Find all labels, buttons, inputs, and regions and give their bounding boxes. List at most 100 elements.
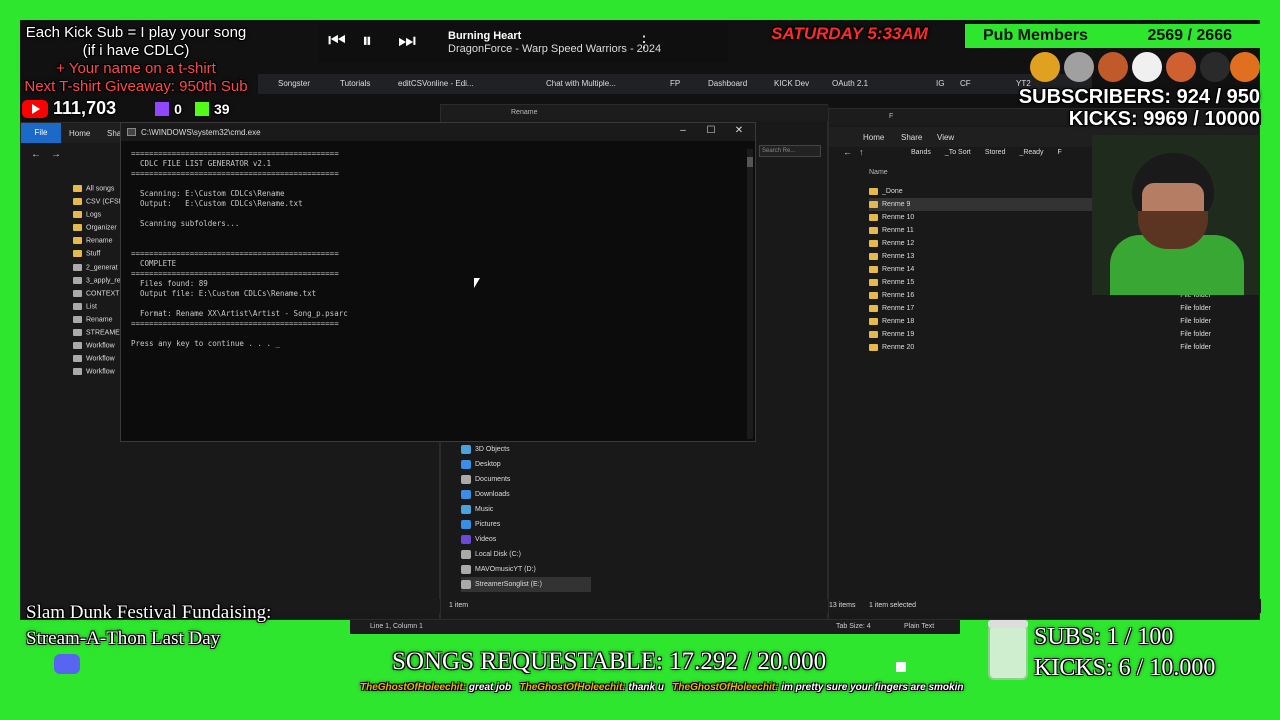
media-player: ⏮ ⏸ ⏭ Burning Heart DragonForce - Warp S… (318, 22, 728, 62)
file-item[interactable]: Workflow (73, 368, 115, 381)
folder-icon (73, 237, 82, 244)
folder-item[interactable]: All songs (73, 185, 114, 198)
nav-item-videos[interactable]: Videos (461, 532, 496, 547)
scrollbar[interactable] (747, 149, 753, 439)
folder-item[interactable]: Rename (73, 237, 112, 250)
songs-requestable: SONGS REQUESTABLE: 17.292 / 20.000 (392, 648, 827, 675)
folder-icon (869, 252, 878, 260)
file-item[interactable]: CONTEXT (73, 290, 119, 303)
nav-item-downloads[interactable]: Downloads (461, 487, 510, 502)
search-input[interactable]: Search Re... (759, 145, 821, 157)
file-item[interactable]: Workflow (73, 342, 115, 355)
pause-icon[interactable]: ⏸ (362, 30, 372, 53)
bookmark-songster[interactable]: Songster (278, 79, 310, 88)
status-selected-count: 1 item selected (869, 602, 917, 609)
column-header-name[interactable]: Name (869, 169, 888, 176)
breadcrumb-item[interactable]: _Ready (1019, 149, 1043, 156)
document-icon (461, 474, 471, 484)
ticker-message: great job (466, 682, 512, 693)
folder-icon (73, 185, 82, 192)
folder-item[interactable]: Organizer (73, 224, 117, 237)
minimize-icon[interactable]: – (671, 125, 695, 136)
list-item[interactable]: Renme 17 File folder (869, 302, 1249, 315)
next-track-icon[interactable]: ⏭ (398, 30, 416, 53)
avatar (1230, 52, 1260, 82)
kicks-goal: KICKS: 9969 / 10000 (1068, 108, 1260, 130)
back-arrow-icon[interactable]: ← (843, 147, 852, 157)
folder-icon (869, 317, 878, 325)
day-clock: SATURDAY 5:33AM (771, 24, 928, 43)
breadcrumb-item[interactable]: Bands (911, 149, 931, 156)
close-icon[interactable]: ✕ (727, 125, 751, 136)
file-item[interactable]: STREAMER (73, 329, 125, 342)
forward-arrow-icon[interactable]: → (51, 149, 61, 160)
browser-bookmark-bar: Songster Tutorials editCSVonline - Edi..… (258, 74, 1092, 94)
nav-item-3d-objects[interactable]: 3D Objects (461, 442, 510, 457)
bookmark-kick-dev[interactable]: KICK Dev (774, 79, 809, 88)
nav-item-drive-e[interactable]: StreamerSonglist (E:) (461, 577, 591, 592)
fundraiser-banner: Slam Dunk Festival Fundaising: Stream-A-… (26, 602, 272, 649)
previous-track-icon[interactable]: ⏮ (328, 30, 346, 53)
cmd-title-bar[interactable]: C:\WINDOWS\system32\cmd.exe – ☐ ✕ (121, 123, 755, 141)
list-item[interactable]: Renme 18 File folder (869, 315, 1249, 328)
folder-item[interactable]: Stuff (73, 250, 100, 263)
twitch-icon (155, 102, 170, 117)
bookmark-tutorials[interactable]: Tutorials (340, 79, 370, 88)
file-item[interactable]: 2_generat (73, 264, 118, 277)
up-arrow-icon[interactable]: ↑ (859, 147, 864, 157)
back-arrow-icon[interactable]: ← (31, 149, 41, 160)
subscribers-goal: SUBSCRIBERS: 924 / 950 (1018, 86, 1260, 108)
file-icon (73, 264, 82, 271)
bookmark-cf[interactable]: CF (960, 79, 971, 88)
list-item[interactable]: Renme 19 File folder (869, 328, 1249, 341)
breadcrumb-item[interactable]: Stored (985, 149, 1006, 156)
nav-item-local-disk-c[interactable]: Local Disk (C:) (461, 547, 521, 562)
bookmark-ig[interactable]: IG (936, 79, 944, 88)
youtube-icon (22, 100, 48, 119)
syntax-mode[interactable]: Plain Text (904, 623, 934, 630)
window-title: Rename (511, 109, 538, 116)
bookmark-editcsv[interactable]: editCSVonline - Edi... (398, 79, 474, 88)
nav-item-drive-d[interactable]: MAVOmusicYT (D:) (461, 562, 536, 577)
tab-file[interactable]: File (21, 123, 61, 143)
folder-icon (869, 291, 878, 299)
bookmark-fp[interactable]: FP (670, 79, 680, 88)
tab-share[interactable]: Share (901, 133, 922, 142)
file-item[interactable]: Rename (73, 316, 112, 329)
cursor-position[interactable]: Line 1, Column 1 (370, 623, 423, 630)
folder-item[interactable]: CSV (CFSM (73, 198, 125, 211)
nav-item-music[interactable]: Music (461, 502, 493, 517)
pub-members-value: 2569 / 2666 (1147, 27, 1232, 44)
folder-icon (869, 226, 878, 234)
tab-home[interactable]: Home (69, 129, 90, 138)
stop-icon (896, 662, 906, 672)
folder-icon (73, 224, 82, 231)
tab-home[interactable]: Home (863, 133, 884, 142)
bookmark-dashboard[interactable]: Dashboard (708, 79, 747, 88)
folder-icon (869, 213, 878, 221)
file-item[interactable]: List (73, 303, 97, 316)
scrollbar-thumb[interactable] (747, 157, 753, 167)
bookmark-chat[interactable]: Chat with Multiple... (546, 79, 616, 88)
breadcrumb[interactable]: Bands _To Sort Stored _Ready F (911, 149, 1074, 156)
ticker-message: thank u (625, 682, 664, 693)
breadcrumb-item[interactable]: F (1058, 149, 1062, 156)
list-item[interactable]: Renme 20 File folder (869, 341, 1249, 354)
tab-size[interactable]: Tab Size: 4 (836, 623, 871, 630)
folder-item[interactable]: Logs (73, 211, 101, 224)
file-item[interactable]: 3_apply_re (73, 277, 121, 290)
tab-view[interactable]: View (937, 133, 954, 142)
file-icon (73, 277, 82, 284)
file-item[interactable]: Workflow (73, 355, 115, 368)
bookmark-oauth[interactable]: OAuth 2.1 (832, 79, 868, 88)
nav-item-documents[interactable]: Documents (461, 472, 510, 487)
maximize-icon[interactable]: ☐ (699, 125, 723, 136)
nav-item-pictures[interactable]: Pictures (461, 517, 500, 532)
folder-icon (73, 250, 82, 257)
console-output[interactable]: ========================================… (131, 149, 348, 349)
more-options-icon[interactable]: ⋮ (636, 32, 652, 52)
nav-item-desktop[interactable]: Desktop (461, 457, 501, 472)
folder-icon (73, 211, 82, 218)
console-icon (127, 128, 136, 136)
breadcrumb-item[interactable]: _To Sort (945, 149, 971, 156)
